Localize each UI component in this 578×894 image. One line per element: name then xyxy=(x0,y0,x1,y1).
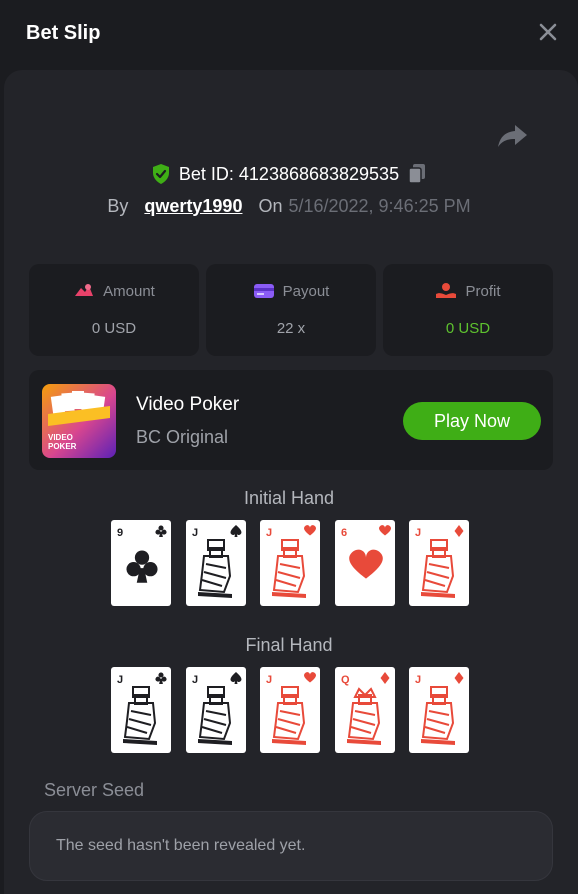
amount-icon xyxy=(75,284,94,296)
profit-label: Profit xyxy=(465,282,501,300)
bet-id-row: Bet ID: 4123868683829535 xyxy=(0,160,578,188)
hearts-card-icon: J xyxy=(266,672,316,745)
svg-text:J: J xyxy=(192,674,198,686)
svg-text:VIDEO: VIDEO xyxy=(48,433,73,442)
bet-meta-row: By qwerty1990 On 5/16/2022, 9:46:25 PM xyxy=(0,193,578,219)
initial-hand-card-2: J xyxy=(185,520,246,606)
on-label: On xyxy=(258,195,283,216)
game-card: VIDEO POKER Video Poker BC Original Play… xyxy=(29,370,553,470)
svg-text:J: J xyxy=(415,527,421,539)
payout-value: 22 x xyxy=(276,320,306,337)
diamonds-card-icon: J xyxy=(415,525,464,598)
spades-card-icon: J xyxy=(192,672,241,745)
bet-date: 5/16/2022, 9:46:25 PM xyxy=(288,195,471,216)
svg-text:9: 9 xyxy=(117,527,123,539)
final-hand-card-2: J xyxy=(185,667,246,753)
profit-stat: Profit 0 USD xyxy=(383,264,553,356)
play-now-button[interactable]: Play Now xyxy=(403,402,541,440)
game-provider: BC Original xyxy=(136,427,229,447)
share-icon xyxy=(498,125,527,147)
copy-icon xyxy=(408,164,426,184)
svg-text:J: J xyxy=(415,674,421,686)
final-hand-card-1: J xyxy=(111,667,171,753)
initial-hand-card-1: 9 xyxy=(111,520,171,606)
amount-value: 0 USD xyxy=(91,320,137,337)
svg-text:POKER: POKER xyxy=(48,442,77,451)
shield-check-icon xyxy=(152,164,169,184)
game-name: Video Poker xyxy=(136,394,240,415)
svg-text:Q: Q xyxy=(341,674,350,686)
amount-label: Amount xyxy=(103,282,155,300)
payout-stat: Payout 22 x xyxy=(206,264,376,356)
final-hand-card-3: J xyxy=(260,667,320,753)
video-poker-logo: VIDEO POKER xyxy=(42,384,116,458)
amount-stat: Amount 0 USD xyxy=(29,264,199,356)
hearts-card-icon: 6 xyxy=(341,525,391,579)
svg-text:6: 6 xyxy=(341,527,347,539)
spades-card-icon: J xyxy=(192,525,241,598)
server-seed-label: Server Seed xyxy=(44,780,145,800)
by-label: By xyxy=(107,195,129,216)
profit-value: 0 USD xyxy=(445,320,491,337)
svg-text:J: J xyxy=(266,527,272,539)
share-button[interactable] xyxy=(496,122,530,150)
clubs-card-icon: 9 xyxy=(117,525,167,583)
username-link[interactable]: qwerty1990 xyxy=(144,196,242,217)
diamonds-card-icon: Q xyxy=(341,672,389,745)
diamonds-card-icon: J xyxy=(415,672,464,745)
svg-text:J: J xyxy=(192,527,198,539)
final-hand-label: Final Hand xyxy=(245,635,333,655)
game-thumbnail[interactable]: VIDEO POKER xyxy=(42,384,116,458)
clubs-card-icon: J xyxy=(117,672,167,745)
profit-icon xyxy=(436,283,457,298)
svg-text:J: J xyxy=(266,674,272,686)
svg-text:J: J xyxy=(117,674,123,686)
server-seed-value: The seed hasn't been revealed yet. xyxy=(56,837,306,854)
initial-hand-label: Initial Hand xyxy=(243,488,335,508)
header-title: Bet Slip xyxy=(26,22,101,44)
final-hand-card-4: Q xyxy=(334,667,395,753)
bet-id-text: Bet ID: 4123868683829535 xyxy=(178,163,400,184)
close-button[interactable] xyxy=(536,20,560,44)
copy-button[interactable] xyxy=(407,163,427,185)
header: Bet Slip xyxy=(0,0,578,70)
initial-hand-card-3: J xyxy=(260,520,320,606)
final-hand-card-5: J xyxy=(409,667,469,753)
close-icon xyxy=(539,23,557,41)
initial-hand-card-4: 6 xyxy=(334,520,395,606)
payout-icon xyxy=(253,284,274,298)
initial-hand-card-5: J xyxy=(409,520,469,606)
hearts-card-icon: J xyxy=(266,525,316,598)
payout-label: Payout xyxy=(282,282,330,300)
server-seed-field: The seed hasn't been revealed yet. xyxy=(29,811,553,881)
